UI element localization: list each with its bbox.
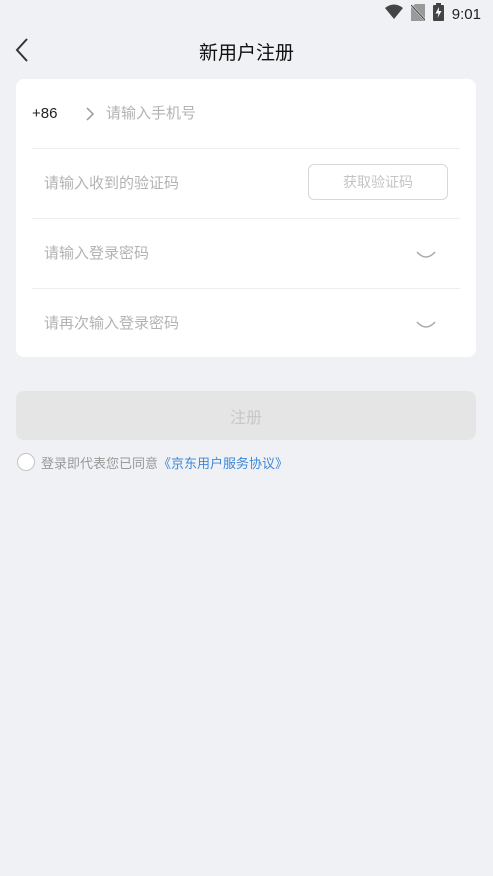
- no-sim-icon: [410, 3, 426, 25]
- agreement-row: 登录即代表您已同意 《京东用户服务协议》: [17, 451, 288, 473]
- chevron-right-icon[interactable]: [82, 106, 98, 122]
- clock-time: 9:01: [451, 5, 481, 23]
- get-code-button[interactable]: 获取验证码: [308, 164, 448, 200]
- password-input[interactable]: [44, 241, 394, 265]
- status-bar: 9:01: [0, 0, 493, 28]
- agreement-text: 登录即代表您已同意: [41, 456, 159, 472]
- code-row: 获取验证码: [32, 149, 460, 219]
- password-row: [32, 219, 460, 289]
- confirm-password-input[interactable]: [44, 311, 394, 335]
- navigation-bar: 新用户注册: [0, 28, 493, 76]
- verification-code-input[interactable]: [44, 171, 294, 195]
- agreement-checkbox[interactable]: [17, 453, 35, 471]
- phone-input[interactable]: [106, 101, 446, 125]
- eye-closed-icon[interactable]: [416, 317, 436, 329]
- eye-closed-icon[interactable]: [416, 247, 436, 259]
- register-button[interactable]: 注册: [16, 391, 476, 440]
- confirm-password-row: [32, 289, 460, 359]
- status-icons: 9:01: [384, 3, 481, 25]
- agreement-link[interactable]: 《京东用户服务协议》: [158, 453, 288, 472]
- page-title: 新用户注册: [198, 42, 294, 64]
- battery-charging-icon: [432, 3, 444, 25]
- phone-row: +86: [32, 79, 460, 149]
- registration-form-card: +86 获取验证码: [16, 79, 476, 357]
- country-code-selector[interactable]: +86: [32, 105, 57, 122]
- wifi-icon: [384, 4, 403, 24]
